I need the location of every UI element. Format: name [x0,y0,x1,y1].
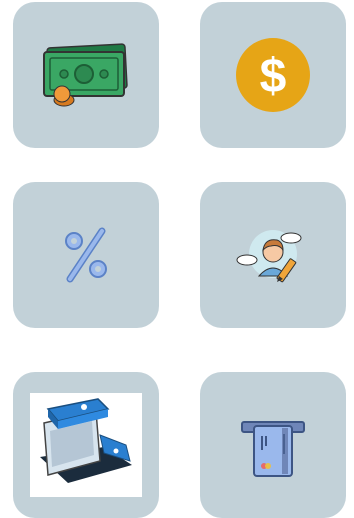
dollar-tile[interactable]: $ [200,2,346,148]
cash-tile[interactable] [13,2,159,148]
card-terminal-icon [40,398,132,483]
svg-text:$: $ [260,50,287,103]
user-edit-icon [236,230,302,283]
card-insert-icon [241,421,305,477]
profile-tile[interactable] [200,182,346,328]
percent-icon [65,227,107,283]
percent-tile[interactable] [13,182,159,328]
card-tile[interactable] [200,372,346,518]
cash-banknote-icon [43,43,128,107]
terminal-tile[interactable] [13,372,159,518]
terminal-photo [30,393,142,497]
dollar-coin-icon: $ [236,38,310,112]
